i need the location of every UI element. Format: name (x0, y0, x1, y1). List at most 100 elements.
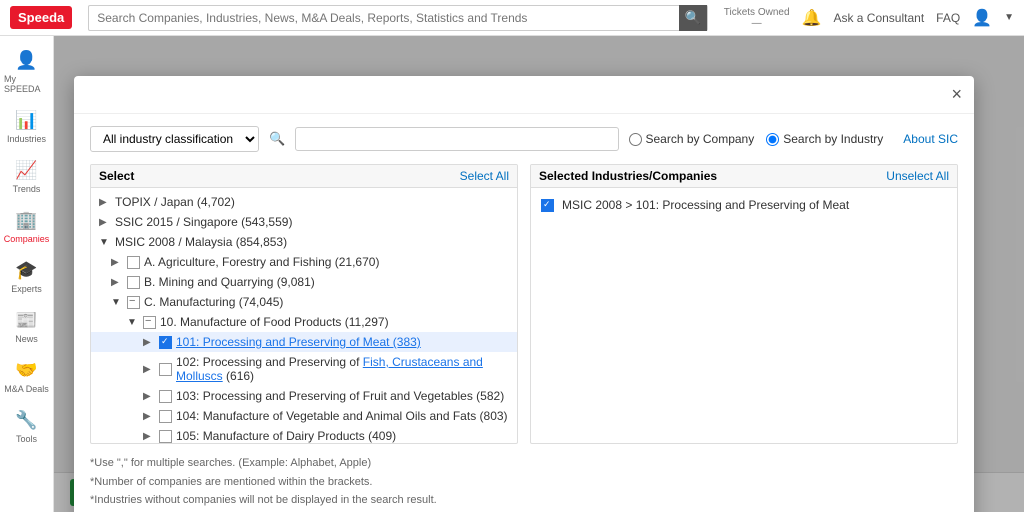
sidebar-item-trends[interactable]: 📈 Trends (0, 154, 53, 200)
selected-checkbox-101[interactable] (541, 199, 554, 212)
right-pane: Selected Industries/Companies Unselect A… (530, 164, 958, 444)
sidebar-label-news: News (15, 334, 38, 344)
companies-icon: 🏢 (15, 210, 37, 231)
sidebar-label-industries: Industries (7, 134, 46, 144)
tree-item-102[interactable]: ▶ 102: Processing and Preserving of Fish… (91, 352, 517, 386)
tree-item-101[interactable]: ▶ 101: Processing and Preserving of Meat… (91, 332, 517, 352)
sidebar-item-my-speeda[interactable]: 👤 My SPEEDA (0, 44, 53, 100)
tree-item-food[interactable]: ▼ 10. Manufacture of Food Products (11,2… (91, 312, 517, 332)
sidebar-item-tools[interactable]: 🔧 Tools (0, 404, 53, 450)
modal-close-button[interactable]: × (951, 84, 962, 105)
arrow-manufacturing: ▼ (111, 297, 123, 308)
bell-icon[interactable]: 🔔 (802, 8, 822, 28)
label-msic: MSIC 2008 / Malaysia (854,853) (115, 235, 509, 249)
arrow-topix: ▶ (99, 197, 111, 208)
checkbox-manufacturing[interactable] (127, 296, 140, 309)
sidebar-item-ma-deals[interactable]: 🤝 M&A Deals (0, 354, 53, 400)
arrow-food: ▼ (127, 317, 139, 328)
radio-company-label[interactable]: Search by Company (629, 132, 755, 146)
label-105: 105: Manufacture of Dairy Products (409) (176, 429, 509, 443)
sidebar-label-experts: Experts (11, 284, 42, 294)
checkbox-101[interactable] (159, 336, 172, 349)
tree-item-topix[interactable]: ▶ TOPIX / Japan (4,702) (91, 192, 517, 212)
tree-item-104[interactable]: ▶ 104: Manufacture of Vegetable and Anim… (91, 406, 517, 426)
industries-icon: 📊 (15, 110, 37, 131)
select-all-link[interactable]: Select All (460, 169, 509, 183)
tree-item-mining[interactable]: ▶ B. Mining and Quarrying (9,081) (91, 272, 517, 292)
tree-item-103[interactable]: ▶ 103: Processing and Preserving of Frui… (91, 386, 517, 406)
trends-icon: 📈 (15, 160, 37, 181)
sidebar-label-my-speeda: My SPEEDA (4, 74, 49, 94)
left-pane-scroll[interactable]: ▶ TOPIX / Japan (4,702) ▶ SSIC 2015 / Si… (91, 188, 517, 443)
sidebar-label-trends: Trends (13, 184, 41, 194)
radio-industry[interactable] (766, 133, 779, 146)
radio-company-text: Search by Company (646, 132, 755, 146)
radio-company[interactable] (629, 133, 642, 146)
radio-industry-text: Search by Industry (783, 132, 883, 146)
checkbox-103[interactable] (159, 390, 172, 403)
industry-classification-dropdown[interactable]: All industry classification (90, 126, 259, 152)
arrow-agriculture: ▶ (111, 257, 123, 268)
topbar-right: Tickets Owned — 🔔 Ask a Consultant FAQ 👤… (724, 7, 1014, 29)
label-agriculture: A. Agriculture, Forestry and Fishing (21… (144, 255, 509, 269)
checkbox-102[interactable] (159, 363, 172, 376)
global-search-button[interactable]: 🔍 (679, 5, 707, 31)
checkbox-agriculture[interactable] (127, 256, 140, 269)
note-1: *Use "," for multiple searches. (Example… (90, 454, 958, 473)
note-2: *Number of companies are mentioned withi… (90, 473, 958, 492)
label-101: 101: Processing and Preserving of Meat (… (176, 335, 509, 349)
filter-search-input[interactable] (295, 127, 618, 151)
ma-deals-icon: 🤝 (15, 360, 37, 381)
sidebar-item-companies[interactable]: 🏢 Companies (0, 204, 53, 250)
sidebar-item-news[interactable]: 📰 News (0, 304, 53, 350)
unselect-all-link[interactable]: Unselect All (886, 169, 949, 183)
sidebar-label-tools: Tools (16, 434, 37, 444)
checkbox-104[interactable] (159, 410, 172, 423)
about-sic-link[interactable]: About SIC (903, 132, 958, 146)
faq-label[interactable]: FAQ (936, 11, 960, 25)
tickets-section: Tickets Owned — (724, 7, 790, 29)
right-pane-scroll[interactable]: MSIC 2008 > 101: Processing and Preservi… (531, 188, 957, 443)
arrow-103: ▶ (143, 391, 155, 402)
label-food: 10. Manufacture of Food Products (11,297… (160, 315, 509, 329)
user-icon[interactable]: 👤 (972, 8, 992, 28)
note-3: *Industries without companies will not b… (90, 491, 958, 510)
tree-item-agriculture[interactable]: ▶ A. Agriculture, Forestry and Fishing (… (91, 252, 517, 272)
arrow-101: ▶ (143, 337, 155, 348)
label-manufacturing: C. Manufacturing (74,045) (144, 295, 509, 309)
tickets-dash: — (724, 18, 790, 29)
filter-search-icon: 🔍 (269, 131, 285, 147)
sidebar-item-industries[interactable]: 📊 Industries (0, 104, 53, 150)
modal-body: All industry classification 🔍 Search by … (74, 114, 974, 512)
pane-container: Select Select All ▶ TOPIX / Japan (4,702… (90, 164, 958, 444)
checkbox-105[interactable] (159, 430, 172, 443)
ask-consultant[interactable]: Ask a Consultant (833, 11, 924, 25)
topbar: Speeda 🔍 Tickets Owned — 🔔 Ask a Consult… (0, 0, 1024, 36)
global-search-input[interactable] (89, 11, 679, 25)
sidebar: 👤 My SPEEDA 📊 Industries 📈 Trends 🏢 Comp… (0, 36, 54, 512)
label-102: 102: Processing and Preserving of Fish, … (176, 355, 509, 383)
label-104: 104: Manufacture of Vegetable and Animal… (176, 409, 509, 423)
label-ssic: SSIC 2015 / Singapore (543,559) (115, 215, 509, 229)
sidebar-label-companies: Companies (4, 234, 50, 244)
tree-item-manufacturing[interactable]: ▼ C. Manufacturing (74,045) (91, 292, 517, 312)
sidebar-item-experts[interactable]: 🎓 Experts (0, 254, 53, 300)
tree-item-msic[interactable]: ▼ MSIC 2008 / Malaysia (854,853) (91, 232, 517, 252)
arrow-msic: ▼ (99, 237, 111, 248)
search-type-group: Search by Company Search by Industry Abo… (629, 132, 959, 146)
tree-item-105[interactable]: ▶ 105: Manufacture of Dairy Products (40… (91, 426, 517, 443)
modal-header: × (74, 76, 974, 114)
label-103: 103: Processing and Preserving of Fruit … (176, 389, 509, 403)
chevron-down-icon[interactable]: ▼ (1004, 12, 1014, 23)
global-search-bar[interactable]: 🔍 (88, 5, 708, 31)
tickets-label: Tickets Owned (724, 7, 790, 18)
checkbox-food[interactable] (143, 316, 156, 329)
sidebar-label-ma-deals: M&A Deals (4, 384, 49, 394)
left-pane-title: Select (99, 169, 134, 183)
speeda-logo: Speeda (10, 6, 72, 29)
checkbox-mining[interactable] (127, 276, 140, 289)
radio-industry-label[interactable]: Search by Industry (766, 132, 883, 146)
selected-label-101: MSIC 2008 > 101: Processing and Preservi… (562, 198, 849, 212)
filter-row: All industry classification 🔍 Search by … (90, 126, 958, 152)
tree-item-ssic[interactable]: ▶ SSIC 2015 / Singapore (543,559) (91, 212, 517, 232)
